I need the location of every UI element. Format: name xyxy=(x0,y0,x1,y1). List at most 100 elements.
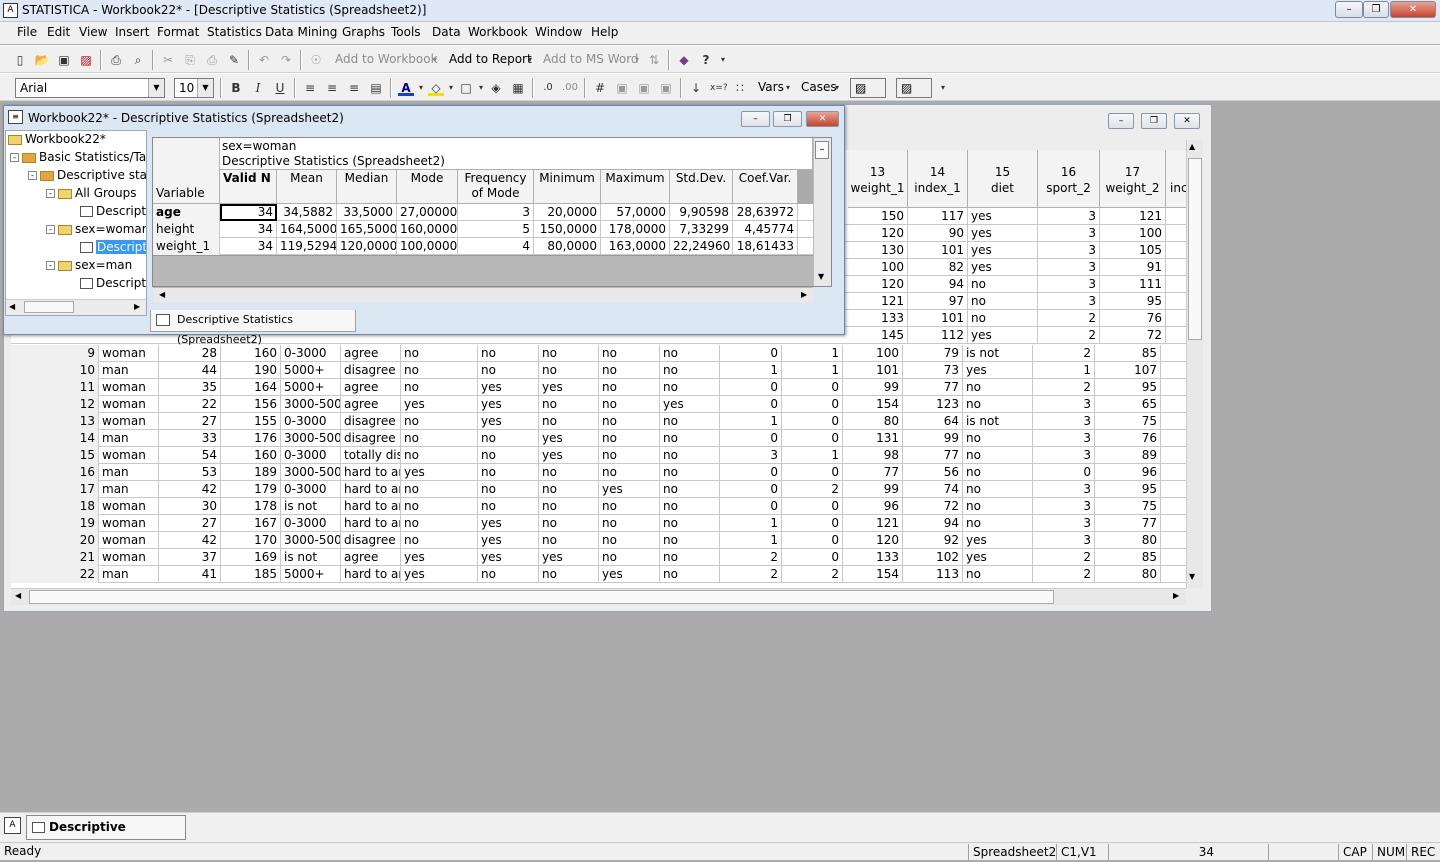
table-cell[interactable]: 3 xyxy=(720,447,782,464)
scroll-left-icon[interactable]: ◀ xyxy=(15,591,21,600)
stats-cell[interactable]: 164,5000 xyxy=(277,221,337,238)
restore-button[interactable]: ❐ xyxy=(1363,1,1389,18)
stats-cell[interactable]: 18,61433 xyxy=(733,238,798,255)
table-cell[interactable]: disagree xyxy=(341,362,401,379)
table-cell[interactable]: no xyxy=(401,379,478,396)
decimal-decrease-icon[interactable]: .00 xyxy=(562,80,578,96)
copy-format-icon[interactable]: ▣ xyxy=(614,80,630,96)
chevron-down-icon[interactable]: ▼ xyxy=(148,79,164,97)
table-cell[interactable]: 37 xyxy=(159,549,221,566)
column-header-weight-1[interactable]: 13 weight_1 xyxy=(848,150,908,208)
table-cell[interactable]: no xyxy=(660,481,720,498)
row-number[interactable]: 18 xyxy=(11,498,99,515)
font-color-icon[interactable]: A xyxy=(398,80,414,96)
table-cell[interactable]: 156 xyxy=(221,396,281,413)
row-number[interactable]: 20 xyxy=(11,532,99,549)
stats-cell[interactable]: 22,24960 xyxy=(670,238,733,255)
table-cell[interactable]: no xyxy=(478,566,539,583)
table-cell[interactable]: 3 xyxy=(1033,396,1095,413)
table-cell[interactable]: 76 xyxy=(1100,310,1166,327)
table-cell[interactable]: 5000+ xyxy=(281,379,341,396)
table-cell[interactable]: woman xyxy=(99,532,159,549)
table-cell[interactable]: 154 xyxy=(843,396,903,413)
stats-cell[interactable]: 165,5000 xyxy=(337,221,397,238)
vertical-scrollbar[interactable]: ▲ ▼ xyxy=(1186,140,1203,588)
table-cell[interactable]: 0 xyxy=(720,396,782,413)
table-cell[interactable]: yes xyxy=(401,396,478,413)
table-cell[interactable]: 96 xyxy=(843,498,903,515)
table-cell[interactable]: yes xyxy=(539,549,599,566)
stats-cell[interactable]: 3 xyxy=(458,204,534,221)
tree-node-sex-man[interactable]: - sex=man xyxy=(46,257,132,274)
table-cell[interactable]: woman xyxy=(99,413,159,430)
table-cell[interactable]: 0 xyxy=(782,515,843,532)
table-cell[interactable]: yes xyxy=(599,566,660,583)
row-number[interactable]: 9 xyxy=(11,345,99,362)
table-cell[interactable]: no xyxy=(478,464,539,481)
table-cell[interactable]: 3 xyxy=(1038,242,1100,259)
table-cell[interactable]: yes xyxy=(478,532,539,549)
table-cell[interactable]: 185 xyxy=(221,566,281,583)
table-cell[interactable]: 2 xyxy=(1033,549,1095,566)
align-right-icon[interactable]: ≡ xyxy=(346,80,362,96)
table-cell[interactable]: no xyxy=(963,515,1033,532)
table-cell[interactable]: hard to an xyxy=(341,464,401,481)
stats-row[interactable]: height 34 164,5000 165,5000 160,0000 5 150,000… xyxy=(153,221,813,238)
open-folder-icon[interactable]: 📂 xyxy=(34,52,50,68)
pdf-icon[interactable]: ▨ xyxy=(78,52,94,68)
table-cell[interactable]: yes xyxy=(478,549,539,566)
table-cell[interactable]: disagree xyxy=(341,413,401,430)
table-cell[interactable]: 100 xyxy=(1100,225,1166,242)
table-cell[interactable]: yes xyxy=(401,464,478,481)
stats-cell[interactable]: 120,0000 xyxy=(337,238,397,255)
table-cell[interactable]: 179 xyxy=(221,481,281,498)
table-cell[interactable]: woman xyxy=(99,345,159,362)
menu-statistics[interactable]: Statistics xyxy=(207,25,262,39)
table-cell[interactable]: yes xyxy=(963,362,1033,379)
stats-column-header[interactable]: Coef.Var. xyxy=(733,170,798,204)
float-minimize-button[interactable]: – xyxy=(741,111,770,127)
table-cell[interactable]: yes xyxy=(968,242,1038,259)
sort-icon[interactable]: ⇅ xyxy=(646,52,662,68)
table-cell[interactable]: hard to an xyxy=(341,481,401,498)
table-cell[interactable]: 1 xyxy=(720,362,782,379)
table-cell[interactable]: 120 xyxy=(843,532,903,549)
bus-icon[interactable]: ▣ xyxy=(658,80,674,96)
ss-hscrollbar[interactable]: ◀ ▶ xyxy=(153,287,813,303)
stats-cell[interactable]: 28,63972 xyxy=(733,204,798,221)
table-cell[interactable]: no xyxy=(599,447,660,464)
tree-node-descript-selected[interactable]: Descript xyxy=(80,239,146,256)
menu-file[interactable]: File xyxy=(17,25,37,39)
stats-column-header[interactable]: Median xyxy=(337,170,397,204)
font-size-select[interactable]: 10 ▼ xyxy=(174,78,214,98)
table-cell[interactable]: no xyxy=(539,481,599,498)
table-cell[interactable]: is not xyxy=(963,413,1033,430)
table-cell[interactable]: no xyxy=(660,362,720,379)
stats-cell[interactable]: 178,0000 xyxy=(601,221,670,238)
table-cell[interactable]: 99 xyxy=(843,379,903,396)
chevron-down-icon[interactable]: ▾ xyxy=(446,80,456,96)
add-to-report-button[interactable]: Add to Report xyxy=(449,52,532,66)
stats-cell[interactable]: 4,45774 xyxy=(733,221,798,238)
stats-row[interactable]: age 34 34,5882 33,5000 27,00000 3 20,0000 57,00… xyxy=(153,204,813,221)
table-cell[interactable]: no xyxy=(660,498,720,515)
table-cell[interactable]: 0 xyxy=(720,464,782,481)
stats-column-header[interactable]: Mode xyxy=(397,170,458,204)
collapse-icon[interactable]: - xyxy=(46,189,55,198)
table-cell[interactable]: 82 xyxy=(908,259,968,276)
table-cell[interactable]: woman xyxy=(99,396,159,413)
table-cell[interactable]: 130 xyxy=(848,242,908,259)
table-cell[interactable]: 27 xyxy=(159,413,221,430)
sort-az-icon[interactable]: ↓ xyxy=(688,80,704,96)
workbook-tree[interactable]: Workbook22* - Basic Statistics/Tab - Descr… xyxy=(5,130,147,316)
table-cell[interactable]: is not xyxy=(281,549,341,566)
table-cell[interactable]: no xyxy=(963,447,1033,464)
row-number[interactable]: 15 xyxy=(11,447,99,464)
italic-button[interactable]: I xyxy=(250,80,266,96)
table-cell[interactable]: 99 xyxy=(903,430,963,447)
cut-icon[interactable]: ✂ xyxy=(160,52,176,68)
table-row[interactable]: 12 woman 22 156 3000-500(agree yes yes no no yes 0… xyxy=(11,396,1186,413)
table-cell[interactable]: 91 xyxy=(1100,259,1166,276)
table-cell[interactable]: woman xyxy=(99,447,159,464)
table-cell[interactable]: 27 xyxy=(159,515,221,532)
